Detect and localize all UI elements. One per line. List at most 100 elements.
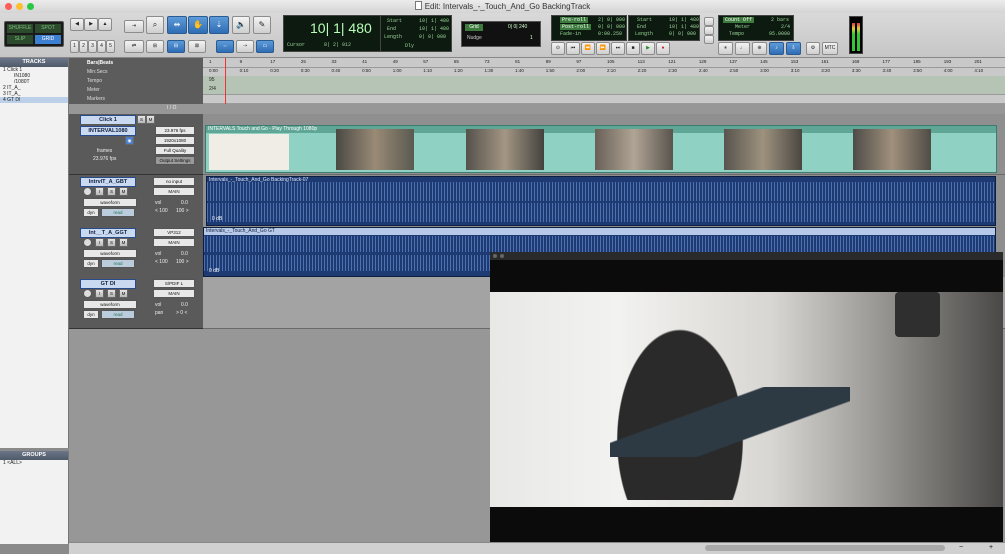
automation-mode[interactable]: read (101, 310, 135, 319)
track-lane-backing[interactable]: Intervals_-_Touch_And_Go BackingTrack-07… (203, 175, 1005, 227)
output-selector[interactable]: MAIN (153, 289, 195, 298)
input-selector[interactable]: VP312 (153, 228, 195, 237)
track-name[interactable]: Int__T_A_GGT (80, 228, 136, 238)
vertical-zoom-button[interactable]: ▲ (98, 18, 112, 31)
pan-value[interactable]: > 0 < (176, 310, 187, 316)
track-lane-video[interactable]: INTERVALS Touch and Go - Play Through 10… (203, 124, 1005, 175)
online-button-icon[interactable]: ⊙ (551, 42, 565, 55)
output-selector[interactable]: MAIN (153, 187, 195, 196)
end-value[interactable]: 10| 1| 480 (419, 26, 449, 32)
video-resolution-field[interactable]: 1920x1080 (155, 136, 195, 145)
countoff-value[interactable]: 2 bars (771, 17, 789, 23)
input-monitor-button[interactable]: I (95, 187, 104, 196)
preroll-value[interactable]: 2| 0| 000 (598, 17, 625, 23)
mute-button[interactable]: M (146, 115, 155, 124)
preroll-label[interactable]: Pre-roll (560, 17, 589, 23)
midi-merge-icon[interactable]: ⊕ (752, 42, 767, 55)
fast-forward-icon[interactable]: ⏩ (596, 42, 610, 55)
track-view-selector[interactable]: waveform (83, 198, 137, 207)
smart-tool-c-icon[interactable]: ⊠ (188, 40, 206, 53)
video-window[interactable] (490, 252, 1003, 545)
mirror-midi-icon[interactable]: ▭ (256, 40, 274, 53)
grid-value[interactable]: 0| 0| 240 (508, 24, 527, 30)
track-list-item[interactable]: 4 GT DI (0, 97, 68, 103)
rewind-icon[interactable]: ⏪ (581, 42, 595, 55)
nudge-value[interactable]: 1 (530, 35, 533, 41)
volume-value[interactable]: 0.0 (181, 200, 188, 206)
pan-right-value[interactable]: 100 > (176, 208, 189, 214)
tracks-list-header[interactable]: TRACKS (0, 58, 68, 67)
video-clip[interactable]: INTERVALS Touch and Go - Play Through 10… (205, 125, 997, 173)
record-icon[interactable]: ● (656, 42, 670, 55)
zoom-preset-3[interactable]: 3 (88, 40, 97, 53)
group-list-item[interactable]: 1 <ALL> (0, 460, 68, 466)
timeline-rulers[interactable]: 1 9 17 25 33 41 49 57 65 73 81 89 97 105 113 121 129 137 1… (203, 58, 1005, 104)
play-icon[interactable]: ▶ (641, 42, 655, 55)
grid-label[interactable]: Grid (465, 24, 483, 31)
input-selector[interactable]: no input (153, 177, 195, 186)
grabber-tool-icon[interactable]: ✋ (188, 16, 208, 34)
volume-value[interactable]: 0.0 (181, 251, 188, 257)
nudge-label[interactable]: Nudge (467, 35, 482, 41)
transport-start-value[interactable]: 10| 1| 480 (669, 17, 699, 23)
trim-tool-icon[interactable]: ⇹ (167, 16, 187, 34)
countoff-toggle-b[interactable] (704, 26, 714, 35)
link-selection-icon[interactable]: ⇔ (216, 40, 234, 53)
return-to-zero-icon[interactable]: ⏮ (566, 42, 580, 55)
video-output-settings[interactable]: Output Settings (155, 156, 195, 165)
go-to-end-icon[interactable]: ⏭ (611, 42, 625, 55)
link-timeline-button[interactable]: ⇄ (124, 40, 144, 53)
tempo-marker-value[interactable]: 95 (209, 77, 215, 83)
track-name[interactable]: INTERVAL1080 (80, 126, 136, 136)
tempo-conductor-icon[interactable]: ⇩ (786, 42, 801, 55)
zoom-in-icon[interactable]: + (989, 544, 993, 551)
transport-end-value[interactable]: 10| 1| 480 (669, 24, 699, 30)
dyn-button[interactable]: dyn (83, 259, 99, 268)
video-window-titlebar[interactable] (490, 252, 1003, 260)
countoff-toggle-c[interactable] (704, 35, 714, 44)
insertion-follows-icon[interactable]: ⇢ (236, 40, 254, 53)
selector-tool-icon[interactable]: ⇣ (209, 16, 229, 34)
fadein-value[interactable]: 0:00.250 (598, 31, 622, 37)
automation-mode[interactable]: read (101, 208, 135, 217)
track-view-selector[interactable]: waveform (83, 300, 137, 309)
track-name[interactable]: IntrvlT_A_GBT (80, 177, 136, 187)
mute-button[interactable]: M (119, 187, 128, 196)
track-name[interactable]: GT DI (80, 279, 136, 289)
horizontal-scrollbar[interactable]: − + (69, 542, 1005, 554)
record-enable-button[interactable] (83, 289, 92, 298)
scrollbar-thumb[interactable] (705, 545, 945, 551)
input-selector[interactable]: S/PDIF L (153, 279, 195, 288)
minimize-window-button[interactable] (500, 254, 504, 258)
close-window-button[interactable] (493, 254, 497, 258)
mtc-button[interactable]: MTC (822, 42, 838, 55)
audio-clip[interactable]: Intervals_-_Touch_And_Go BackingTrack-07… (206, 176, 996, 226)
meter-value[interactable]: 2/4 (781, 24, 790, 30)
fadein-label[interactable]: Fade-in (560, 31, 581, 37)
dyn-button[interactable]: dyn (83, 310, 99, 319)
postroll-value[interactable]: 0| 0| 000 (598, 24, 625, 30)
conductor-icon[interactable]: ♪ (769, 42, 784, 55)
zoom-preset-4[interactable]: 4 (97, 40, 106, 53)
volume-value[interactable]: 0.0 (181, 302, 188, 308)
solo-button[interactable]: S (107, 289, 116, 298)
main-counter-display[interactable]: 10| 1| 480 Cursor 8| 2| 012 (283, 15, 381, 52)
tab-to-transient-button[interactable]: ⇥ (124, 20, 144, 33)
start-value[interactable]: 10| 1| 480 (419, 18, 449, 24)
dyn-button[interactable]: dyn (83, 208, 99, 217)
length-value[interactable]: 0| 0| 000 (419, 34, 446, 40)
smart-tool-b-icon[interactable]: ⊟ (167, 40, 185, 53)
postroll-label[interactable]: Post-roll (560, 24, 592, 30)
zoom-preset-5[interactable]: 5 (106, 40, 115, 53)
countoff-toggle-a[interactable] (704, 17, 714, 26)
solo-button[interactable]: S (107, 187, 116, 196)
spot-mode-button[interactable]: SPOT (35, 24, 61, 33)
zoomer-tool-icon[interactable]: ⌕ (146, 16, 164, 34)
input-monitor-button[interactable]: I (95, 238, 104, 247)
video-online-button[interactable]: ◉ (125, 136, 134, 145)
input-monitor-button[interactable]: I (95, 289, 104, 298)
playhead-line[interactable] (225, 58, 226, 104)
smart-tool-a-icon[interactable]: ⊞ (146, 40, 164, 53)
zoom-out-button[interactable]: ◀ (70, 18, 84, 31)
metronome-icon[interactable]: ♩ (735, 42, 750, 55)
